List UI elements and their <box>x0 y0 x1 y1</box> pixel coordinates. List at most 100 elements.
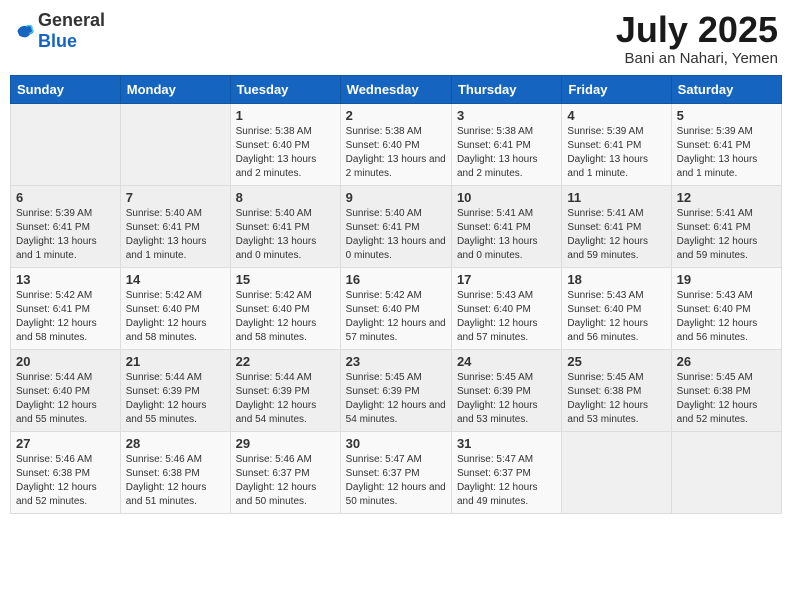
day-info: Sunrise: 5:42 AMSunset: 6:40 PMDaylight:… <box>126 289 225 345</box>
day-info: Sunrise: 5:38 AMSunset: 6:41 PMDaylight:… <box>457 125 556 181</box>
day-number: 30 <box>346 436 446 451</box>
day-number: 9 <box>346 190 446 205</box>
header-wednesday: Wednesday <box>340 75 451 103</box>
calendar-cell: 19 Sunrise: 5:43 AMSunset: 6:40 PMDayligh… <box>671 267 781 349</box>
calendar-cell: 24 Sunrise: 5:45 AMSunset: 6:39 PMDayligh… <box>451 349 561 431</box>
day-number: 27 <box>16 436 115 451</box>
logo-text: General Blue <box>38 10 105 52</box>
day-info: Sunrise: 5:39 AMSunset: 6:41 PMDaylight:… <box>16 207 115 263</box>
calendar-cell: 17 Sunrise: 5:43 AMSunset: 6:40 PMDayligh… <box>451 267 561 349</box>
day-number: 15 <box>236 272 335 287</box>
day-info: Sunrise: 5:45 AMSunset: 6:39 PMDaylight:… <box>346 371 446 427</box>
day-number: 2 <box>346 108 446 123</box>
day-number: 5 <box>677 108 776 123</box>
day-number: 17 <box>457 272 556 287</box>
week-row-4: 20 Sunrise: 5:44 AMSunset: 6:40 PMDayligh… <box>11 349 782 431</box>
day-number: 12 <box>677 190 776 205</box>
calendar-cell: 18 Sunrise: 5:43 AMSunset: 6:40 PMDayligh… <box>562 267 671 349</box>
week-row-5: 27 Sunrise: 5:46 AMSunset: 6:38 PMDayligh… <box>11 431 782 513</box>
day-info: Sunrise: 5:38 AMSunset: 6:40 PMDaylight:… <box>236 125 335 181</box>
calendar-cell: 10Sunrise: 5:41 AMSunset: 6:41 PMDayligh… <box>451 185 561 267</box>
calendar-cell: 2 Sunrise: 5:38 AMSunset: 6:40 PMDaylight… <box>340 103 451 185</box>
week-row-2: 6 Sunrise: 5:39 AMSunset: 6:41 PMDaylight… <box>11 185 782 267</box>
day-info: Sunrise: 5:44 AMSunset: 6:39 PMDaylight:… <box>126 371 225 427</box>
day-info: Sunrise: 5:39 AMSunset: 6:41 PMDaylight:… <box>567 125 665 181</box>
day-info: Sunrise: 5:42 AMSunset: 6:40 PMDaylight:… <box>346 289 446 345</box>
day-number: 19 <box>677 272 776 287</box>
day-number: 14 <box>126 272 225 287</box>
day-number: 21 <box>126 354 225 369</box>
calendar-cell <box>671 431 781 513</box>
calendar-cell: 22 Sunrise: 5:44 AMSunset: 6:39 PMDayligh… <box>230 349 340 431</box>
logo-general: General <box>38 10 105 30</box>
day-info: Sunrise: 5:43 AMSunset: 6:40 PMDaylight:… <box>457 289 556 345</box>
calendar-cell: 26Sunrise: 5:45 AMSunset: 6:38 PMDayligh… <box>671 349 781 431</box>
calendar-cell: 29 Sunrise: 5:46 AMSunset: 6:37 PMDayligh… <box>230 431 340 513</box>
day-info: Sunrise: 5:41 AMSunset: 6:41 PMDaylight:… <box>677 207 776 263</box>
calendar-cell: 13Sunrise: 5:42 AMSunset: 6:41 PMDayligh… <box>11 267 121 349</box>
day-number: 16 <box>346 272 446 287</box>
day-number: 29 <box>236 436 335 451</box>
month-title: July 2025 <box>616 10 778 50</box>
day-info: Sunrise: 5:46 AMSunset: 6:37 PMDaylight:… <box>236 453 335 509</box>
day-info: Sunrise: 5:42 AMSunset: 6:40 PMDaylight:… <box>236 289 335 345</box>
calendar-cell: 16 Sunrise: 5:42 AMSunset: 6:40 PMDayligh… <box>340 267 451 349</box>
day-info: Sunrise: 5:43 AMSunset: 6:40 PMDaylight:… <box>567 289 665 345</box>
day-info: Sunrise: 5:47 AMSunset: 6:37 PMDaylight:… <box>346 453 446 509</box>
day-number: 3 <box>457 108 556 123</box>
week-row-3: 13Sunrise: 5:42 AMSunset: 6:41 PMDayligh… <box>11 267 782 349</box>
weekday-header-row: SundayMondayTuesdayWednesdayThursdayFrid… <box>11 75 782 103</box>
header-tuesday: Tuesday <box>230 75 340 103</box>
calendar-cell: 7 Sunrise: 5:40 AMSunset: 6:41 PMDaylight… <box>120 185 230 267</box>
day-info: Sunrise: 5:45 AMSunset: 6:38 PMDaylight:… <box>567 371 665 427</box>
day-info: Sunrise: 5:40 AMSunset: 6:41 PMDaylight:… <box>346 207 446 263</box>
day-number: 1 <box>236 108 335 123</box>
calendar-cell: 23 Sunrise: 5:45 AMSunset: 6:39 PMDayligh… <box>340 349 451 431</box>
day-info: Sunrise: 5:43 AMSunset: 6:40 PMDaylight:… <box>677 289 776 345</box>
logo-icon <box>14 21 34 41</box>
day-info: Sunrise: 5:42 AMSunset: 6:41 PMDaylight:… <box>16 289 115 345</box>
day-info: Sunrise: 5:44 AMSunset: 6:40 PMDaylight:… <box>16 371 115 427</box>
calendar-table: SundayMondayTuesdayWednesdayThursdayFrid… <box>10 75 782 514</box>
day-number: 4 <box>567 108 665 123</box>
day-info: Sunrise: 5:45 AMSunset: 6:39 PMDaylight:… <box>457 371 556 427</box>
day-info: Sunrise: 5:46 AMSunset: 6:38 PMDaylight:… <box>16 453 115 509</box>
calendar-cell: 20 Sunrise: 5:44 AMSunset: 6:40 PMDayligh… <box>11 349 121 431</box>
calendar-cell: 9 Sunrise: 5:40 AMSunset: 6:41 PMDaylight… <box>340 185 451 267</box>
calendar-cell: 5Sunrise: 5:39 AMSunset: 6:41 PMDaylight… <box>671 103 781 185</box>
day-info: Sunrise: 5:40 AMSunset: 6:41 PMDaylight:… <box>126 207 225 263</box>
calendar-cell: 21 Sunrise: 5:44 AMSunset: 6:39 PMDayligh… <box>120 349 230 431</box>
day-number: 20 <box>16 354 115 369</box>
day-info: Sunrise: 5:45 AMSunset: 6:38 PMDaylight:… <box>677 371 776 427</box>
location-title: Bani an Nahari, Yemen <box>616 50 778 67</box>
day-info: Sunrise: 5:38 AMSunset: 6:40 PMDaylight:… <box>346 125 446 181</box>
calendar-cell: 30 Sunrise: 5:47 AMSunset: 6:37 PMDayligh… <box>340 431 451 513</box>
header-thursday: Thursday <box>451 75 561 103</box>
calendar-cell: 28 Sunrise: 5:46 AMSunset: 6:38 PMDayligh… <box>120 431 230 513</box>
day-number: 28 <box>126 436 225 451</box>
calendar-cell: 31Sunrise: 5:47 AMSunset: 6:37 PMDayligh… <box>451 431 561 513</box>
day-info: Sunrise: 5:40 AMSunset: 6:41 PMDaylight:… <box>236 207 335 263</box>
logo-blue: Blue <box>38 31 77 51</box>
calendar-cell: 15 Sunrise: 5:42 AMSunset: 6:40 PMDayligh… <box>230 267 340 349</box>
day-info: Sunrise: 5:41 AMSunset: 6:41 PMDaylight:… <box>567 207 665 263</box>
page-header: General Blue July 2025 Bani an Nahari, Y… <box>10 10 782 67</box>
day-info: Sunrise: 5:46 AMSunset: 6:38 PMDaylight:… <box>126 453 225 509</box>
day-number: 18 <box>567 272 665 287</box>
day-number: 6 <box>16 190 115 205</box>
day-info: Sunrise: 5:44 AMSunset: 6:39 PMDaylight:… <box>236 371 335 427</box>
calendar-cell: 3 Sunrise: 5:38 AMSunset: 6:41 PMDaylight… <box>451 103 561 185</box>
calendar-cell: 8Sunrise: 5:40 AMSunset: 6:41 PMDaylight… <box>230 185 340 267</box>
day-number: 11 <box>567 190 665 205</box>
header-monday: Monday <box>120 75 230 103</box>
calendar-cell: 6 Sunrise: 5:39 AMSunset: 6:41 PMDaylight… <box>11 185 121 267</box>
day-number: 7 <box>126 190 225 205</box>
calendar-cell: 14 Sunrise: 5:42 AMSunset: 6:40 PMDayligh… <box>120 267 230 349</box>
day-number: 23 <box>346 354 446 369</box>
day-number: 24 <box>457 354 556 369</box>
day-number: 10 <box>457 190 556 205</box>
calendar-cell: 12 Sunrise: 5:41 AMSunset: 6:41 PMDayligh… <box>671 185 781 267</box>
day-number: 22 <box>236 354 335 369</box>
day-number: 25 <box>567 354 665 369</box>
calendar-cell: 11 Sunrise: 5:41 AMSunset: 6:41 PMDayligh… <box>562 185 671 267</box>
